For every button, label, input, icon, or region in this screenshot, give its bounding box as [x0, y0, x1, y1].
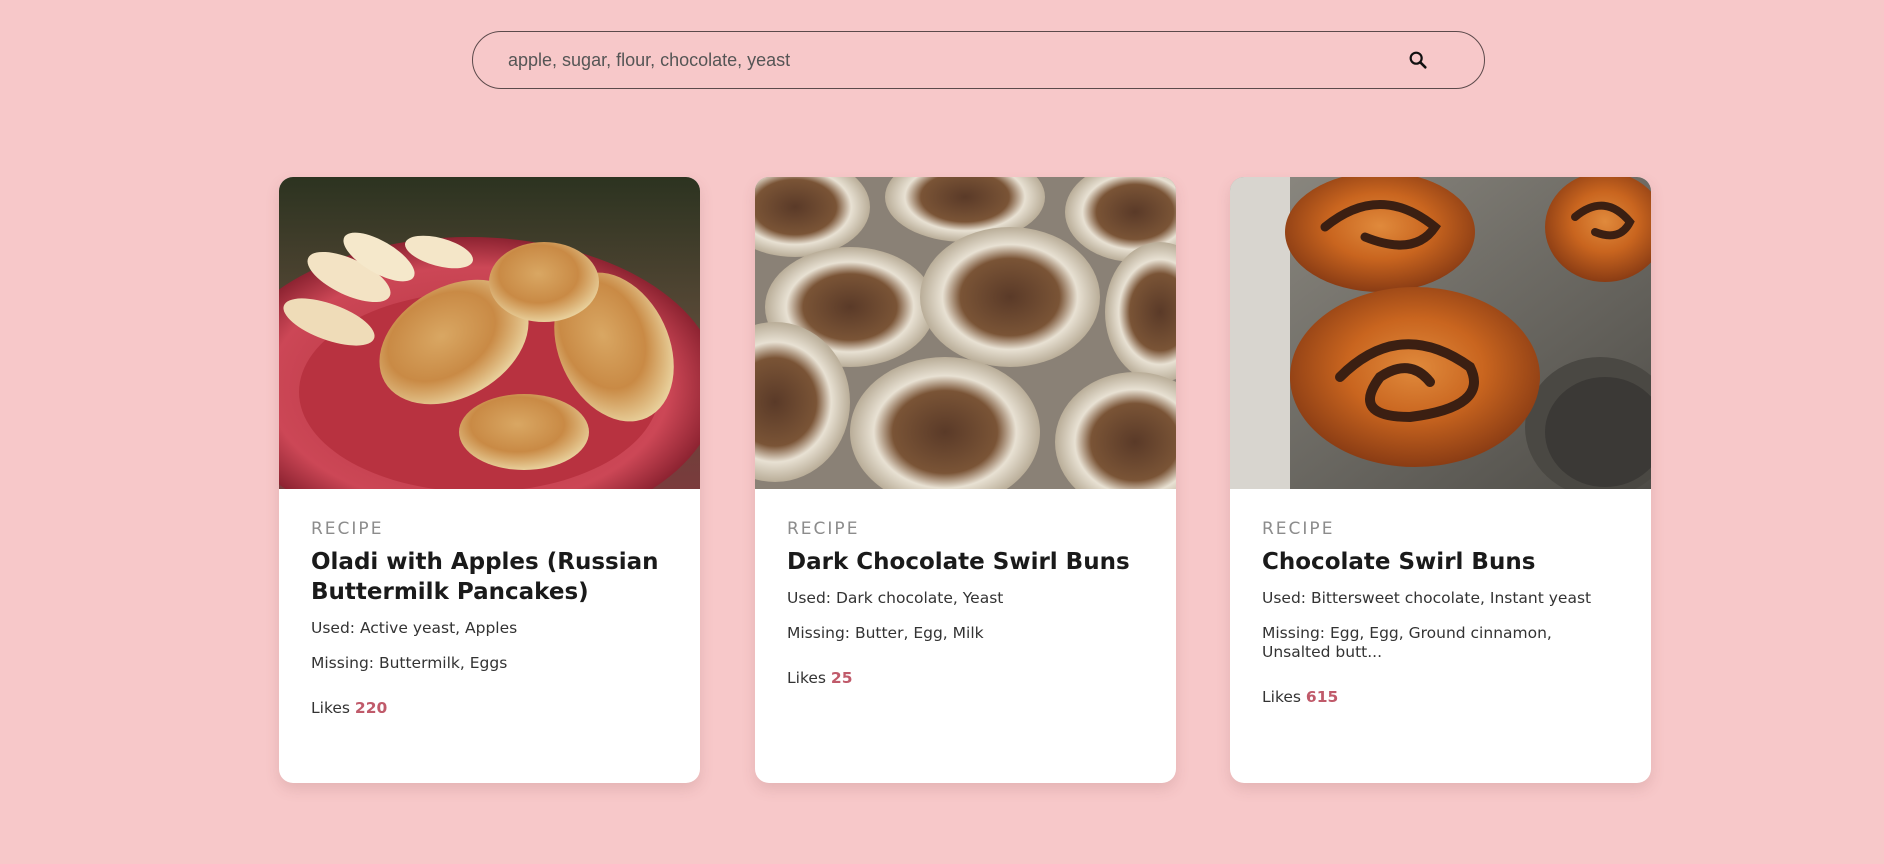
- card-type-label: RECIPE: [1262, 519, 1335, 539]
- likes-label: Likes: [787, 669, 826, 687]
- recipe-image: [1230, 177, 1651, 489]
- recipe-title: Oladi with Apples (Russian Buttermilk Pa…: [311, 549, 659, 605]
- recipe-image: [279, 177, 700, 489]
- missing-ingredients: Missing: Butter, Egg, Milk: [787, 624, 984, 642]
- recipe-card[interactable]: RECIPE Dark Chocolate Swirl Buns Used: D…: [755, 177, 1176, 783]
- card-type-label: RECIPE: [311, 519, 384, 539]
- missing-ingredients: Missing: Egg, Egg, Ground cinnamon, Unsa…: [1262, 624, 1552, 661]
- search-input[interactable]: [506, 31, 1398, 89]
- likes-label: Likes: [1262, 688, 1301, 706]
- search-icon: [1409, 51, 1427, 69]
- likes: Likes 220: [311, 699, 668, 717]
- likes: Likes 25: [787, 669, 1144, 687]
- used-ingredients: Used: Active yeast, Apples: [311, 619, 518, 637]
- likes-count: 220: [354, 699, 388, 717]
- recipe-title: Dark Chocolate Swirl Buns: [787, 549, 1130, 575]
- used-ingredients: Used: Bittersweet chocolate, Instant yea…: [1262, 589, 1592, 607]
- likes-count: 615: [1305, 688, 1339, 706]
- used-ingredients: Used: Dark chocolate, Yeast: [787, 589, 1004, 607]
- likes-count: 25: [830, 669, 853, 687]
- likes: Likes 615: [1262, 688, 1619, 706]
- missing-ingredients: Missing: Buttermilk, Eggs: [311, 654, 508, 672]
- recipe-title: Chocolate Swirl Buns: [1262, 549, 1536, 575]
- recipe-image: [755, 177, 1176, 489]
- recipe-card[interactable]: RECIPE Oladi with Apples (Russian Butter…: [279, 177, 700, 783]
- search-button[interactable]: [1398, 40, 1438, 80]
- search-bar: [472, 31, 1485, 89]
- likes-label: Likes: [311, 699, 350, 717]
- card-type-label: RECIPE: [787, 519, 860, 539]
- recipe-card[interactable]: RECIPE Chocolate Swirl Buns Used: Bitter…: [1230, 177, 1651, 783]
